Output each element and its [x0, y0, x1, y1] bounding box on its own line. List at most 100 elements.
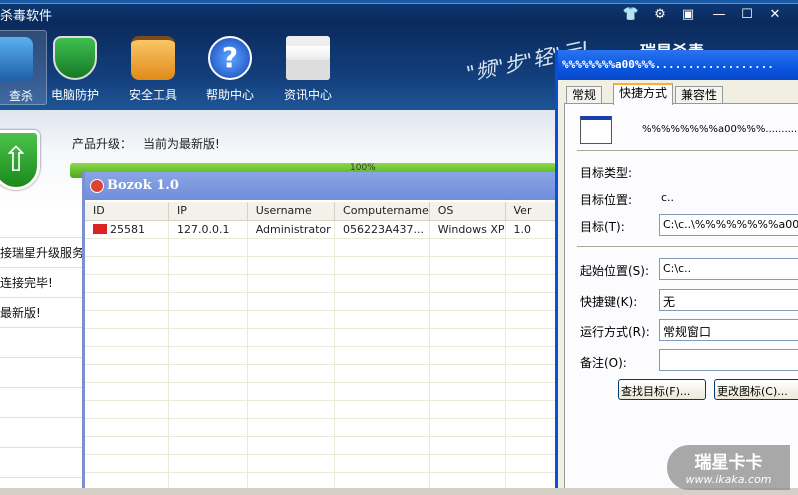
- cell-computername: 056223A437...: [334, 220, 430, 239]
- cell-ip: 127.0.0.1: [168, 220, 248, 239]
- nav-news[interactable]: 资讯中心: [272, 30, 344, 105]
- menu-dropdown-icon[interactable]: ▣: [675, 5, 701, 25]
- empty-cell: [429, 346, 506, 365]
- hotkey-label: 快捷键(K):: [580, 295, 638, 309]
- table-row[interactable]: 25581 127.0.0.1 Administrator 056223A437…: [85, 220, 557, 239]
- col-computername[interactable]: Computername: [334, 202, 430, 221]
- empty-cell: [85, 418, 170, 437]
- empty-cell: [85, 238, 170, 257]
- newspaper-icon: [286, 36, 330, 80]
- empty-cell: [429, 256, 506, 275]
- empty-cell: [168, 274, 248, 293]
- col-ver[interactable]: Ver: [505, 202, 557, 221]
- empty-cell: [334, 418, 430, 437]
- empty-cell: [334, 292, 430, 311]
- empty-cell: [429, 400, 506, 419]
- settings-icon[interactable]: ⚙: [647, 5, 673, 25]
- empty-cell: [429, 310, 506, 329]
- change-icon-button[interactable]: 更改图标(C)...: [714, 379, 798, 400]
- empty-cell: [85, 346, 170, 365]
- log-item: [0, 328, 82, 358]
- empty-cell: [168, 346, 248, 365]
- empty-cell: [168, 292, 248, 311]
- target-location-value: c..: [661, 191, 675, 204]
- close-button[interactable]: ✕: [760, 5, 790, 25]
- tab-general[interactable]: 常规: [566, 86, 603, 104]
- id-text: 25581: [110, 222, 145, 236]
- empty-cell: [505, 238, 557, 257]
- tab-compatibility[interactable]: 兼容性: [675, 86, 724, 104]
- empty-cell: [505, 454, 557, 473]
- comment-input[interactable]: [659, 349, 798, 371]
- nav-label: 安全工具: [128, 88, 177, 102]
- empty-cell: [168, 310, 248, 329]
- status-bar: [0, 488, 798, 495]
- empty-cell: [85, 364, 170, 383]
- log-item: [0, 388, 82, 418]
- empty-cell: [85, 400, 170, 419]
- skin-icon[interactable]: 👕: [618, 5, 644, 25]
- update-label: 产品升级：: [72, 137, 133, 151]
- cell-os: Windows XP: [429, 220, 506, 239]
- empty-cell: [334, 310, 430, 329]
- empty-cell: [505, 274, 557, 293]
- col-username[interactable]: Username: [247, 202, 336, 221]
- run-label: 运行方式(R):: [580, 325, 650, 339]
- nav-help[interactable]: ? 帮助中心: [194, 30, 266, 105]
- empty-cell: [247, 418, 336, 437]
- log-item: 接瑞星升级服务器: [0, 238, 82, 268]
- col-os[interactable]: OS: [429, 202, 506, 221]
- nav-label: 查杀: [8, 89, 33, 103]
- app-title: 杀毒软件: [0, 9, 53, 24]
- empty-row: [85, 346, 557, 365]
- empty-cell: [334, 328, 430, 347]
- empty-cell: [334, 364, 430, 383]
- empty-cell: [429, 454, 506, 473]
- minimize-button[interactable]: —: [704, 5, 734, 25]
- empty-cell: [168, 382, 248, 401]
- nav-protection[interactable]: 电脑防护: [39, 30, 111, 105]
- empty-row: [85, 292, 557, 311]
- empty-cell: [85, 256, 170, 275]
- target-input[interactable]: C:\c..\%%%%%%%%a00%%%..: [659, 214, 798, 236]
- empty-cell: [168, 436, 248, 455]
- update-shield-icon: ⇧: [0, 130, 40, 190]
- empty-cell: [85, 436, 170, 455]
- empty-cell: [429, 418, 506, 437]
- empty-cell: [505, 436, 557, 455]
- empty-cell: [505, 400, 557, 419]
- col-id[interactable]: ID: [85, 202, 170, 221]
- help-icon: ?: [208, 36, 252, 80]
- empty-cell: [85, 292, 170, 311]
- empty-cell: [247, 292, 336, 311]
- find-target-button[interactable]: 查找目标(F)...: [618, 379, 706, 400]
- tab-shortcut[interactable]: 快捷方式: [613, 83, 674, 105]
- empty-cell: [168, 256, 248, 275]
- empty-cell: [85, 274, 170, 293]
- empty-cell: [505, 292, 557, 311]
- top-border: [0, 0, 798, 4]
- dialog-title-bar[interactable]: %%%%%%%%a00%%%..................: [558, 50, 798, 80]
- shortcut-panel: %%%%%%%%a00%%%............. 目标类型: 目标位置: …: [564, 103, 798, 495]
- empty-cell: [247, 238, 336, 257]
- start-in-label: 起始位置(S):: [580, 264, 650, 278]
- empty-row: [85, 382, 557, 401]
- nav-tools[interactable]: 安全工具: [117, 30, 189, 105]
- empty-cell: [85, 382, 170, 401]
- maximize-button[interactable]: ☐: [732, 5, 762, 25]
- hotkey-input[interactable]: 无: [659, 289, 798, 311]
- empty-cell: [334, 274, 430, 293]
- empty-cell: [168, 364, 248, 383]
- empty-row: [85, 364, 557, 383]
- nav-label: 电脑防护: [50, 88, 99, 102]
- run-select[interactable]: 常规窗口: [659, 319, 798, 341]
- start-in-input[interactable]: C:\c..: [659, 258, 798, 280]
- col-ip[interactable]: IP: [168, 202, 248, 221]
- log-item: [0, 358, 82, 388]
- empty-cell: [505, 382, 557, 401]
- target-type-label: 目标类型:: [580, 166, 633, 180]
- empty-cell: [334, 256, 430, 275]
- separator: [577, 150, 798, 151]
- empty-cell: [505, 328, 557, 347]
- bozok-title-bar[interactable]: Bozok 1.0: [85, 172, 559, 200]
